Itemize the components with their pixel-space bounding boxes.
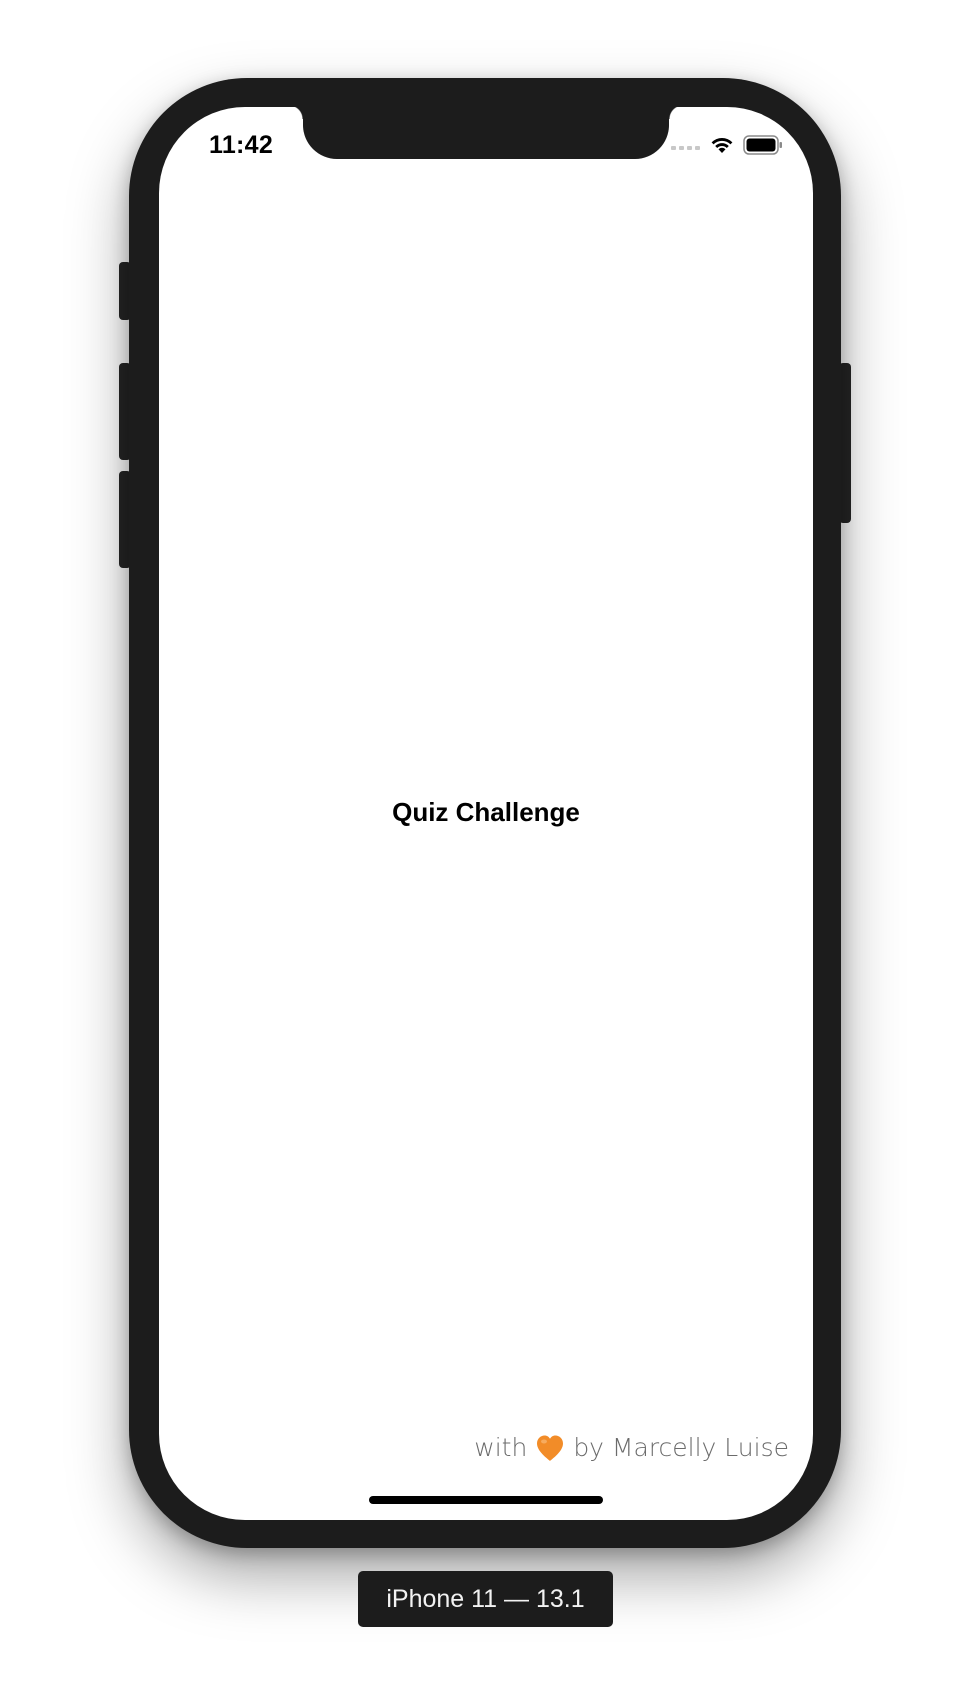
credit-suffix: by Marcelly Luise: [573, 1433, 789, 1462]
orange-heart-icon: [537, 1435, 564, 1461]
notch: [289, 107, 683, 159]
cellular-signal-icon: [671, 146, 700, 150]
simulator-stage: 11:42 Quiz Challenge with by Marcelly Lu…: [0, 0, 970, 1700]
status-bar-indicators: [671, 135, 783, 155]
home-indicator[interactable]: [369, 1496, 603, 1504]
credit-prefix: with: [474, 1433, 528, 1462]
status-bar-time: 11:42: [209, 131, 274, 159]
wifi-icon: [711, 138, 733, 153]
simulator-device-label: iPhone 11 — 13.1: [358, 1571, 613, 1627]
device-screen[interactable]: 11:42 Quiz Challenge with by Marcelly Lu…: [159, 107, 813, 1520]
app-title: Quiz Challenge: [392, 797, 580, 827]
author-credit: with by Marcelly Luise: [474, 1433, 789, 1462]
battery-icon: [743, 135, 782, 155]
